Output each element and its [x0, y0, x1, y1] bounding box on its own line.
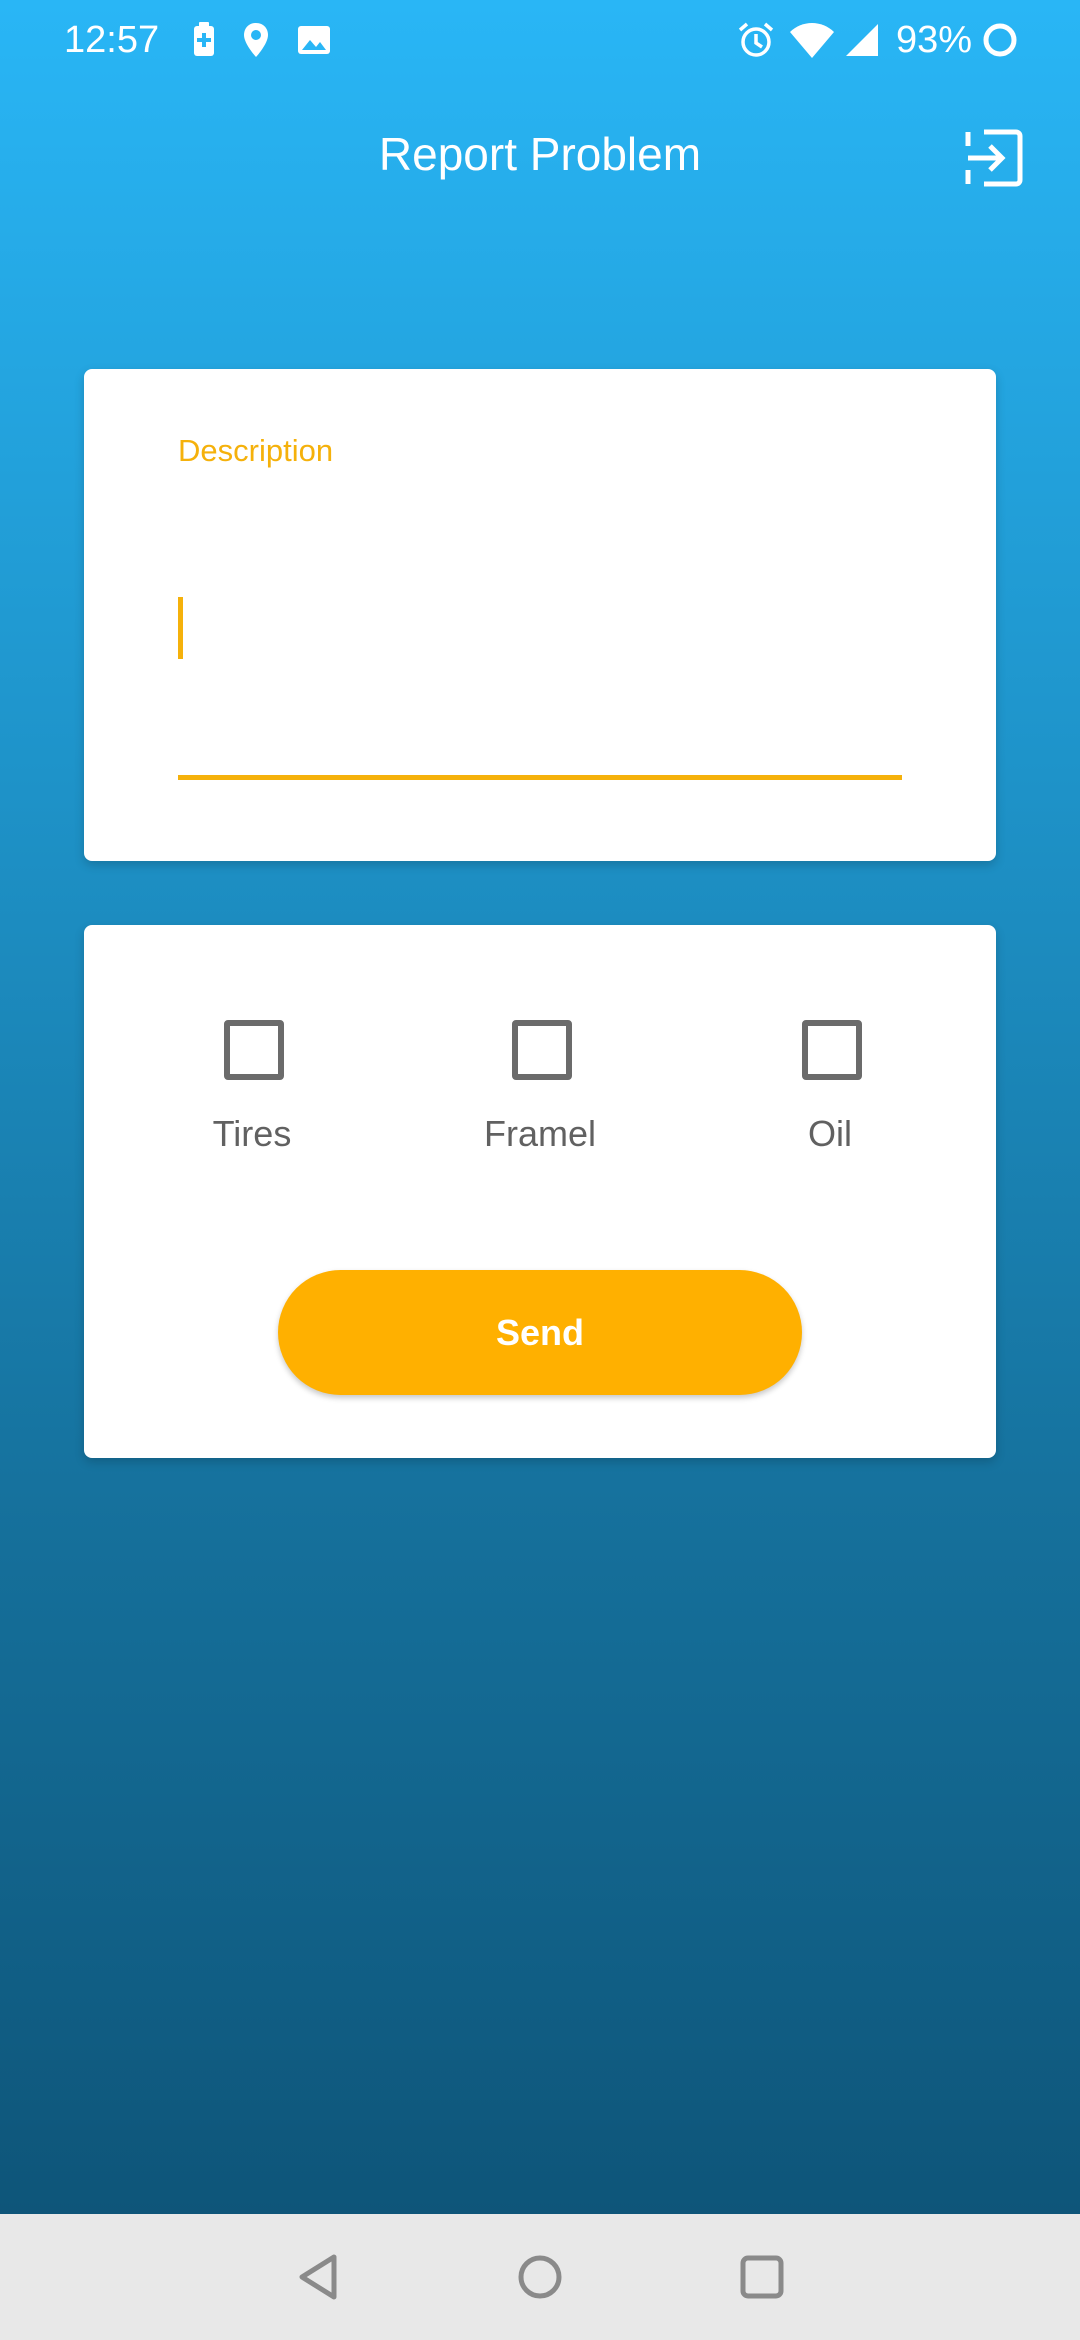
back-icon [299, 2254, 337, 2300]
home-button[interactable] [514, 2251, 566, 2303]
wifi-icon [788, 20, 836, 60]
logout-icon [965, 129, 1023, 187]
back-button[interactable] [294, 2251, 346, 2303]
home-icon [518, 2255, 562, 2299]
navigation-bar [0, 2214, 1080, 2340]
image-icon [294, 20, 334, 60]
tires-checkbox[interactable] [224, 1020, 284, 1080]
battery-ring-icon [980, 20, 1020, 60]
option-label: Tires [212, 1113, 292, 1154]
recents-icon [740, 2255, 784, 2299]
option-oil[interactable]: Oil [730, 1020, 930, 1190]
status-bar: 12:57 93% [0, 0, 1080, 80]
options-card: Tires Framel Oil Send [84, 925, 996, 1458]
text-caret [178, 597, 183, 659]
page-title: Report Problem [378, 128, 702, 180]
description-label: Description [178, 433, 334, 468]
send-button[interactable]: Send [278, 1270, 802, 1395]
description-card: Description [84, 369, 996, 861]
option-tires[interactable]: Tires [152, 1020, 352, 1190]
framel-checkbox[interactable] [512, 1020, 572, 1080]
option-label: Framel [483, 1113, 596, 1154]
status-time: 12:57 [64, 19, 160, 61]
option-framel[interactable]: Framel [440, 1020, 640, 1190]
recents-button[interactable] [736, 2251, 788, 2303]
description-underline [178, 775, 902, 780]
screen-background: 12:57 93% Report Problem Description Tir… [0, 0, 1080, 2214]
app-bar: Report Problem [0, 100, 1080, 212]
option-label: Oil [808, 1113, 852, 1154]
battery-charging-icon [184, 20, 224, 60]
location-icon [236, 20, 276, 60]
description-input[interactable] [178, 569, 902, 645]
battery-percent: 93% [896, 19, 973, 61]
alarm-icon [736, 20, 776, 60]
oil-checkbox[interactable] [802, 1020, 862, 1080]
signal-icon [842, 20, 882, 60]
logout-button[interactable] [962, 126, 1026, 190]
